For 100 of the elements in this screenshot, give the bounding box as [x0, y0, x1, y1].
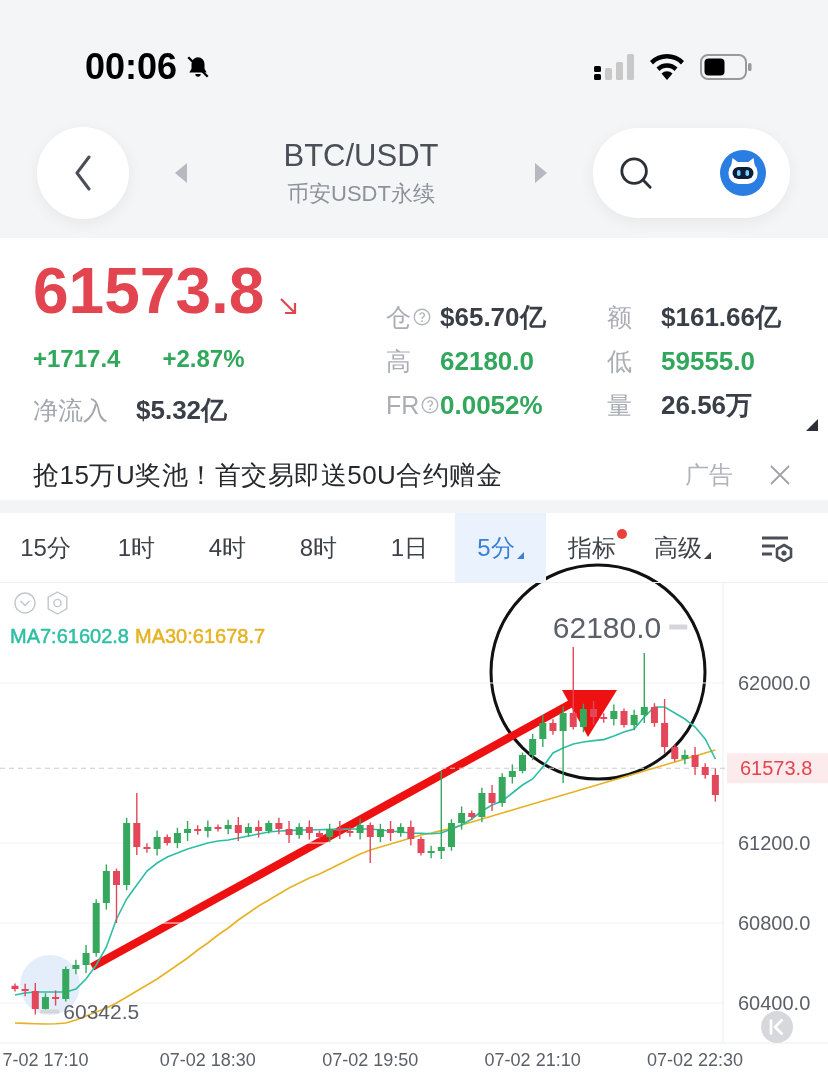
left-triangle-icon[interactable] [175, 163, 187, 183]
high-price-label: 62180.0 [552, 610, 662, 644]
stat-label: 低 [607, 345, 632, 377]
candle [234, 816, 242, 842]
candle [671, 743, 679, 763]
candle [82, 944, 90, 974]
candle [691, 746, 699, 776]
y-axis-label: 60400.0 [738, 992, 811, 1014]
candle [163, 833, 171, 847]
low-price-leader [40, 1009, 60, 1014]
price-change: +1717.4 [33, 344, 121, 374]
question-icon[interactable] [413, 308, 431, 326]
interval-tab[interactable]: 高级 [637, 513, 728, 582]
battery-icon [700, 54, 752, 80]
interval-tab[interactable]: 指标 [546, 513, 637, 582]
high-price-leader [669, 624, 688, 630]
candle [285, 820, 293, 844]
interval-tab[interactable]: 8时 [273, 513, 364, 582]
interval-tab[interactable]: 15分 [0, 513, 91, 582]
interval-tab[interactable]: 1时 [91, 513, 182, 582]
candle [21, 983, 29, 997]
candle [316, 829, 323, 841]
candle [244, 822, 252, 838]
ref-line-label: 61573.8 [740, 757, 813, 780]
candle [153, 829, 161, 857]
stat-label: FR [386, 390, 420, 420]
candle [681, 749, 689, 765]
interval-tab[interactable]: 4时 [182, 513, 273, 582]
robot-icon[interactable] [720, 150, 766, 196]
candle [620, 707, 628, 729]
current-price-tag: 61573.8 [727, 753, 828, 784]
y-axis-label: 60800.0 [738, 912, 811, 934]
candle [417, 835, 425, 857]
candle [173, 827, 181, 849]
stat-label: 高 [386, 345, 411, 377]
x-axis-label: 7-02 17:10 [2, 1050, 89, 1070]
percent-change: +2.87% [162, 344, 245, 374]
candle [265, 819, 273, 835]
interval-tab[interactable]: 5分 [455, 513, 546, 582]
candle [529, 733, 537, 761]
interval-tab[interactable]: 1日 [364, 513, 455, 582]
stat-value: $65.70亿 [440, 300, 546, 334]
stat-value: 62180.0 [440, 345, 534, 377]
candle [356, 817, 364, 841]
candle [407, 819, 415, 847]
candle [650, 702, 658, 728]
stat-label: 仓 [386, 301, 411, 333]
candle [508, 763, 516, 785]
candle [478, 787, 486, 823]
candle [326, 823, 334, 843]
candle [630, 709, 638, 731]
candle [52, 989, 60, 1007]
candle [579, 703, 587, 733]
moving-average-legend: MA30:61678.7 [135, 625, 266, 647]
stat-label: 额 [607, 301, 632, 333]
candle [255, 819, 263, 839]
search-icon[interactable] [619, 156, 653, 190]
candle [72, 959, 80, 975]
close-icon[interactable] [768, 463, 792, 487]
stat-value: 59555.0 [661, 345, 755, 377]
pair-title: BTC/USDT [283, 137, 439, 175]
promo-text[interactable]: 抢15万U奖池！首交易即送50U合约赠金 [33, 457, 503, 493]
candle [701, 762, 709, 780]
stat-label: 量 [607, 389, 632, 421]
candle [336, 820, 344, 840]
candle [305, 819, 313, 841]
chevron-left-icon [73, 155, 93, 191]
hexagon-gear-icon[interactable] [47, 591, 68, 615]
chevron-bar-icon[interactable] [761, 1011, 793, 1043]
candle [62, 965, 70, 1003]
question-icon[interactable] [421, 396, 440, 414]
last-price: 61573.8 [33, 256, 265, 326]
candle [397, 822, 405, 838]
candle [143, 842, 151, 854]
right-triangle-icon[interactable] [535, 163, 547, 183]
candle [387, 820, 395, 842]
candle [498, 772, 506, 808]
candle [590, 700, 598, 726]
candle [711, 767, 719, 803]
candle [610, 703, 618, 727]
stat-value: 26.56万 [661, 388, 753, 422]
market-subtitle: 币安USDT永续 [287, 180, 435, 208]
candle [102, 863, 110, 911]
chevron-circle-icon[interactable] [14, 592, 36, 614]
candle [366, 821, 374, 864]
candle [640, 652, 648, 724]
candle [346, 826, 354, 838]
candle [184, 820, 192, 842]
moving-average-legend: MA7:61602.8 [10, 625, 129, 647]
y-axis-label: 62000.0 [738, 672, 811, 694]
candle [427, 845, 435, 859]
x-axis-label: 07-02 19:50 [322, 1050, 419, 1070]
candle [600, 712, 608, 724]
corner-triangle-icon[interactable] [806, 419, 818, 431]
stat-value: 0.0052% [440, 389, 543, 421]
candle [204, 819, 212, 839]
candle [447, 818, 455, 852]
candle [133, 792, 141, 856]
signal-icon [594, 54, 634, 80]
x-axis-label: 07-02 22:30 [647, 1050, 744, 1070]
